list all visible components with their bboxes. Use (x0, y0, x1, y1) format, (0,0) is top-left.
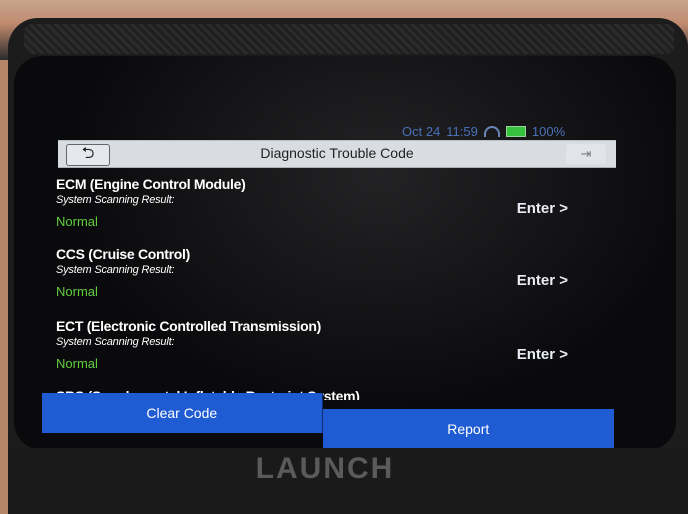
page-title: Diagnostic Trouble Code (260, 145, 414, 161)
exit-button[interactable]: ⇥ (566, 144, 606, 164)
status-date: Oct 24 (402, 123, 441, 139)
system-item-ect[interactable]: ECT (Electronic Controlled Transmission)… (56, 318, 616, 386)
system-item-ccs[interactable]: CCS (Cruise Control) System Scanning Res… (56, 246, 616, 314)
brand-logo: LAUNCH (255, 452, 395, 485)
bezel-texture (24, 24, 674, 54)
title-bar: ⮌ Diagnostic Trouble Code ⇥ (58, 140, 616, 168)
enter-button[interactable]: Enter > (517, 200, 568, 217)
system-name: ECM (Engine Control Module) (56, 176, 246, 192)
enter-button[interactable]: Enter > (517, 346, 568, 363)
system-name: CCS (Cruise Control) (56, 246, 191, 262)
battery-level: 100% (531, 123, 566, 139)
status-bar: Oct 24 11:59 100% (402, 122, 565, 140)
enter-button[interactable]: Enter > (517, 272, 568, 289)
battery-icon (505, 125, 526, 137)
wifi-icon (483, 125, 500, 137)
status-time: 11:59 (446, 123, 478, 139)
exit-icon: ⇥ (580, 146, 592, 161)
clear-code-button[interactable]: Clear Code (42, 393, 323, 433)
system-item-ecm[interactable]: ECM (Engine Control Module) System Scann… (56, 176, 616, 244)
report-button[interactable]: Report (322, 409, 614, 449)
system-name: ECT (Electronic Controlled Transmission) (56, 318, 321, 334)
bottom-action-bar: Clear Code Report (42, 393, 614, 449)
